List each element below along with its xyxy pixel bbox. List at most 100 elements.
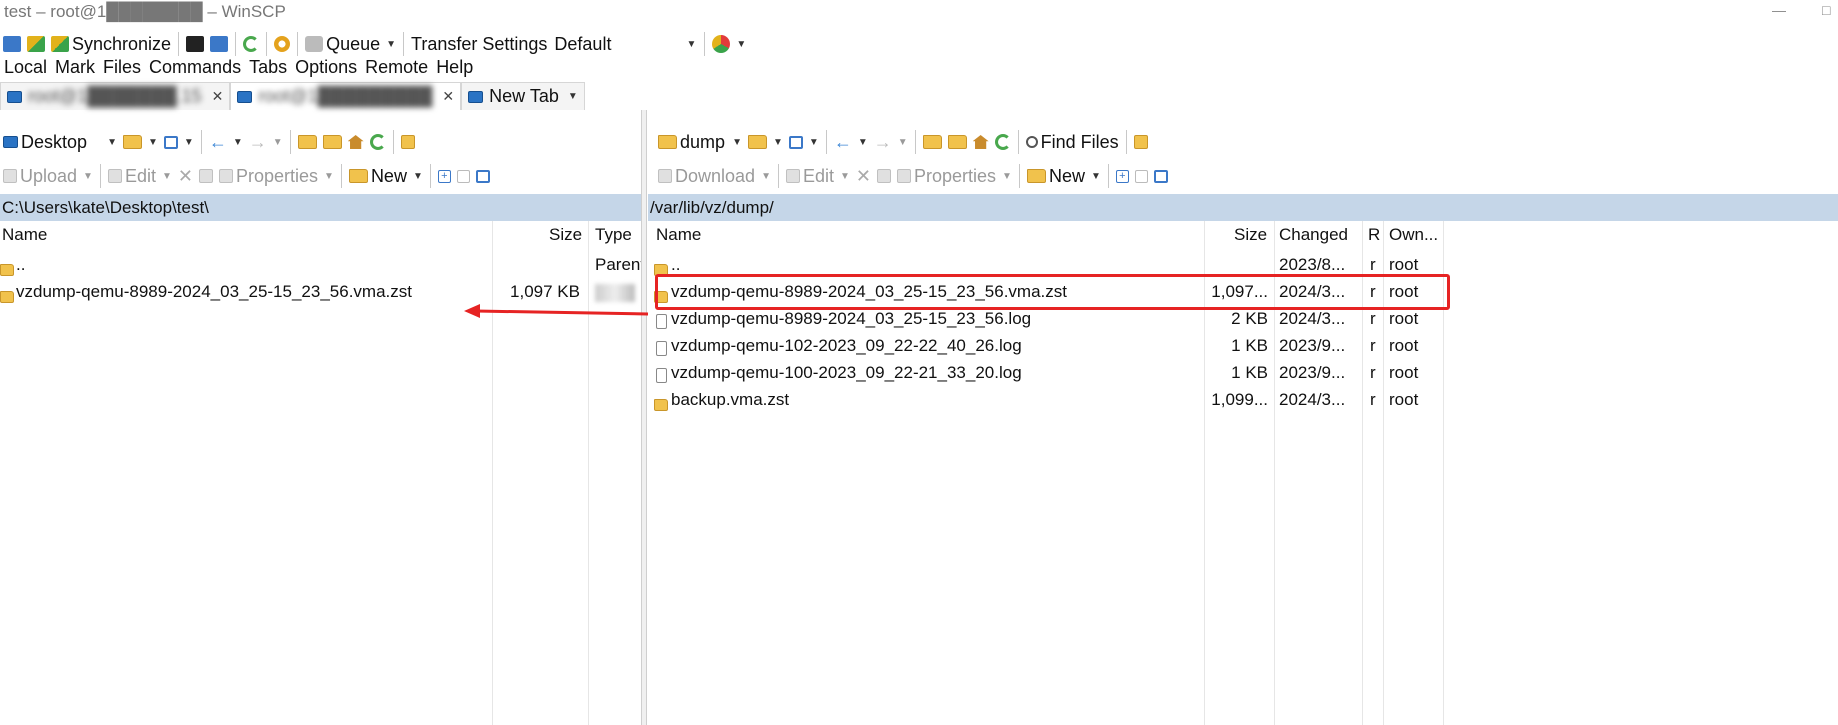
- column-header-name[interactable]: Name: [656, 225, 701, 245]
- root-dir-button[interactable]: [320, 128, 345, 156]
- table-row[interactable]: vzdump-qemu-102-2023_09_22-22_40_26.log …: [648, 332, 1448, 359]
- filter-button[interactable]: ▼: [786, 128, 822, 156]
- menu-files[interactable]: Files: [99, 54, 145, 80]
- panel-splitter[interactable]: [641, 110, 647, 725]
- chevron-down-icon: ▼: [773, 136, 783, 148]
- sync-browse-button[interactable]: ▼: [709, 30, 749, 58]
- menu-commands[interactable]: Commands: [145, 54, 245, 80]
- chevron-down-icon: ▼: [686, 38, 697, 50]
- search-icon: [1025, 136, 1038, 148]
- new-button[interactable]: New ▼: [346, 162, 426, 190]
- select-files-button[interactable]: +: [1113, 162, 1132, 190]
- tree-button[interactable]: [398, 128, 418, 156]
- parent-dir-button[interactable]: [295, 128, 320, 156]
- edit-icon: [785, 169, 800, 183]
- menu-mark[interactable]: Mark: [51, 54, 99, 80]
- folder-icon: [658, 135, 677, 149]
- synchronize-icon: [51, 36, 69, 52]
- edit-button[interactable]: Edit ▼: [105, 162, 175, 190]
- properties-button[interactable]: Properties ▼: [894, 162, 1015, 190]
- unselect-files-button[interactable]: [1132, 162, 1151, 190]
- filter-button[interactable]: ▼: [161, 128, 197, 156]
- delete-button[interactable]: ✕: [175, 162, 196, 190]
- edit-button[interactable]: Edit ▼: [783, 162, 853, 190]
- upload-button[interactable]: Upload ▼: [0, 162, 96, 190]
- new-button[interactable]: New ▼: [1024, 162, 1104, 190]
- column-header-size[interactable]: Size: [1234, 225, 1267, 245]
- menu-options[interactable]: Options: [291, 54, 361, 80]
- new-tab-label: New Tab: [489, 86, 559, 106]
- close-icon[interactable]: ✕: [212, 88, 224, 105]
- remote-path-bar[interactable]: /var/lib/vz/dump/: [648, 194, 1838, 221]
- table-row[interactable]: backup.vma.zst 1,099... 2024/3... r root: [648, 386, 1448, 413]
- find-files-button[interactable]: Find Files: [1023, 128, 1122, 156]
- session-tab-2[interactable]: root@1█████████ ✕: [230, 82, 462, 110]
- parent-dir-button[interactable]: [920, 128, 945, 156]
- new-tab-button[interactable]: New Tab ▼: [461, 82, 585, 110]
- session-tab-1[interactable]: root@1███████.15 ✕: [0, 82, 231, 110]
- rename-button[interactable]: [196, 162, 216, 190]
- root-dir-button[interactable]: [945, 128, 970, 156]
- file-size: 1,099...: [1211, 390, 1268, 409]
- column-header-changed[interactable]: Changed: [1279, 225, 1348, 245]
- annotation-highlight-box: [655, 274, 1450, 310]
- column-header-name[interactable]: Name: [2, 225, 47, 245]
- tree-button[interactable]: [1131, 128, 1151, 156]
- remote-nav-toolbar: dump ▼ ▼ ▼ ← ▼ → ▼ Find Files: [655, 126, 1151, 158]
- forward-button[interactable]: → ▼: [246, 128, 286, 156]
- new-tab-icon: [468, 90, 484, 103]
- menu-help[interactable]: Help: [432, 54, 477, 80]
- select-all-button[interactable]: [1151, 162, 1171, 190]
- toolbar-separator: [392, 130, 394, 154]
- download-button[interactable]: Download ▼: [655, 162, 774, 190]
- home-dir-button[interactable]: [345, 128, 367, 156]
- local-path-bar[interactable]: C:\Users\kate\Desktop\test\: [0, 194, 641, 221]
- local-file-list[interactable]: Name Size Type .. Parent vzdump-qemu-898…: [0, 221, 645, 725]
- column-header-type[interactable]: Type: [595, 225, 632, 245]
- table-row[interactable]: vzdump-qemu-8989-2024_03_25-15_23_56.vma…: [0, 278, 641, 305]
- home-icon: [972, 135, 989, 149]
- open-directory-button[interactable]: ▼: [120, 128, 161, 156]
- refresh-icon: [994, 134, 1011, 150]
- new-folder-icon: [348, 169, 368, 183]
- close-icon[interactable]: ✕: [442, 88, 454, 105]
- rename-button[interactable]: [874, 162, 894, 190]
- menu-local[interactable]: Local: [0, 54, 51, 80]
- root-folder-icon: [322, 135, 342, 149]
- arrow-right-icon: →: [248, 131, 267, 152]
- open-directory-button[interactable]: ▼: [745, 128, 786, 156]
- properties-label: Properties: [235, 165, 319, 186]
- file-type: Parent: [595, 255, 646, 274]
- column-header-owner[interactable]: Own...: [1389, 225, 1438, 245]
- unselect-files-button[interactable]: [454, 162, 473, 190]
- home-dir-button[interactable]: [970, 128, 992, 156]
- chevron-down-icon: ▼: [857, 136, 868, 148]
- refresh-button[interactable]: [992, 128, 1014, 156]
- menu-bar: Local Mark Files Commands Tabs Options R…: [0, 54, 477, 80]
- chevron-down-icon: ▼: [272, 136, 283, 148]
- delete-button[interactable]: ✕: [853, 162, 874, 190]
- select-files-button[interactable]: +: [435, 162, 454, 190]
- properties-button[interactable]: Properties ▼: [216, 162, 337, 190]
- remote-location-select[interactable]: dump ▼: [655, 128, 745, 156]
- file-changed: 2024/3...: [1279, 390, 1346, 409]
- back-button[interactable]: ← ▼: [206, 128, 246, 156]
- column-header-rights[interactable]: R: [1368, 225, 1380, 245]
- minimize-button[interactable]: —: [1772, 2, 1786, 18]
- menu-remote[interactable]: Remote: [361, 54, 432, 80]
- refresh-button[interactable]: [367, 128, 389, 156]
- select-all-button[interactable]: [473, 162, 493, 190]
- forward-button[interactable]: → ▼: [871, 128, 911, 156]
- edit-label: Edit: [802, 165, 834, 186]
- local-location-select[interactable]: Desktop ▼: [0, 128, 120, 156]
- menu-tabs[interactable]: Tabs: [245, 54, 291, 80]
- transfer-preset-select[interactable]: Default ▼: [550, 30, 701, 58]
- file-rights: r: [1370, 390, 1376, 409]
- column-header-size[interactable]: Size: [549, 225, 582, 245]
- table-row[interactable]: vzdump-qemu-100-2023_09_22-21_33_20.log …: [648, 359, 1448, 386]
- table-row[interactable]: .. Parent: [0, 251, 645, 278]
- back-button[interactable]: ← ▼: [831, 128, 871, 156]
- root-folder-icon: [947, 135, 967, 149]
- filter-icon: [788, 135, 803, 149]
- maximize-button[interactable]: □: [1822, 2, 1830, 18]
